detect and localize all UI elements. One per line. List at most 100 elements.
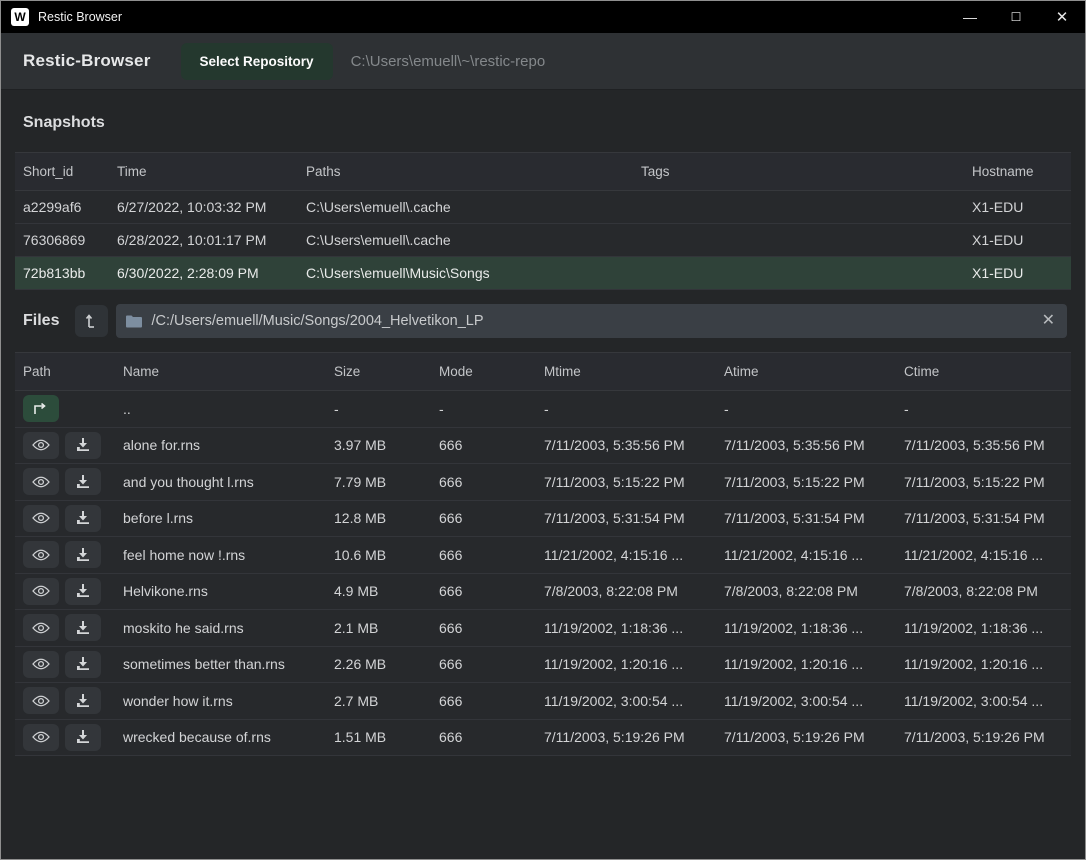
file-atime: 11/19/2002, 3:00:54 ... [716, 693, 896, 709]
file-name: feel home now !.rns [115, 547, 326, 563]
dump-snapshot-button[interactable] [75, 305, 108, 337]
repository-path: C:\Users\emuell\~\restic-repo [351, 53, 546, 70]
snapshot-row[interactable]: 72b813bb 6/30/2022, 2:28:09 PM C:\Users\… [15, 257, 1071, 290]
minimize-button[interactable]: — [947, 1, 993, 33]
files-heading: Files [23, 312, 59, 330]
return-up-arrow-icon [33, 403, 49, 415]
file-mode: 666 [431, 510, 536, 526]
select-repository-button[interactable]: Select Repository [181, 43, 333, 80]
app-header: Restic-Browser Select Repository C:\User… [1, 33, 1085, 90]
file-mode: 666 [431, 656, 536, 672]
file-mtime: 11/19/2002, 1:20:16 ... [536, 656, 716, 672]
preview-file-button[interactable] [23, 651, 59, 678]
snapshot-hostname: X1-EDU [964, 232, 1071, 248]
file-atime: 11/21/2002, 4:15:16 ... [716, 547, 896, 563]
file-row: .. - - - - - [15, 391, 1071, 428]
file-mtime: 7/11/2003, 5:15:22 PM [536, 474, 716, 490]
empty-area [1, 756, 1085, 859]
window-title: Restic Browser [38, 10, 947, 24]
snapshot-row[interactable]: 76306869 6/28/2022, 10:01:17 PM C:\Users… [15, 224, 1071, 257]
file-row: alone for.rns 3.97 MB 666 7/11/2003, 5:3… [15, 428, 1071, 465]
snapshot-short-id: a2299af6 [15, 199, 109, 215]
snapshot-time: 6/30/2022, 2:28:09 PM [109, 265, 298, 281]
file-mtime: 11/21/2002, 4:15:16 ... [536, 547, 716, 563]
snapshot-row[interactable]: a2299af6 6/27/2022, 10:03:32 PM C:\Users… [15, 191, 1071, 224]
download-icon [76, 730, 90, 744]
file-mode: 666 [431, 437, 536, 453]
page-title: Restic-Browser [23, 51, 151, 71]
file-row: Helvikone.rns 4.9 MB 666 7/8/2003, 8:22:… [15, 574, 1071, 611]
file-mtime: 11/19/2002, 3:00:54 ... [536, 693, 716, 709]
snapshots-table-body: a2299af6 6/27/2022, 10:03:32 PM C:\Users… [15, 191, 1071, 290]
file-ctime: 7/11/2003, 5:19:26 PM [896, 729, 1071, 745]
file-ctime: - [896, 401, 1071, 417]
file-row: sometimes better than.rns 2.26 MB 666 11… [15, 647, 1071, 684]
download-file-button[interactable] [65, 578, 101, 605]
download-file-button[interactable] [65, 541, 101, 568]
file-size: 1.51 MB [326, 729, 431, 745]
file-atime: 7/11/2003, 5:35:56 PM [716, 437, 896, 453]
file-name: before l.rns [115, 510, 326, 526]
close-button[interactable]: ✕ [1039, 1, 1085, 33]
col-path: Path [15, 353, 115, 390]
file-size: 12.8 MB [326, 510, 431, 526]
snapshot-short-id: 76306869 [15, 232, 109, 248]
download-icon [76, 584, 90, 598]
wails-logo-icon: W [11, 8, 29, 26]
file-ctime: 7/11/2003, 5:35:56 PM [896, 437, 1071, 453]
files-table-header: Path Name Size Mode Mtime Atime Ctime [15, 352, 1071, 391]
eye-icon [32, 476, 50, 488]
col-tags: Tags [633, 153, 964, 190]
download-file-button[interactable] [65, 505, 101, 532]
file-size: - [326, 401, 431, 417]
file-mtime: 7/8/2003, 8:22:08 PM [536, 583, 716, 599]
eye-icon [32, 622, 50, 634]
download-icon [76, 511, 90, 525]
preview-file-button[interactable] [23, 541, 59, 568]
title-bar: W Restic Browser — ☐ ✕ [1, 1, 1085, 33]
preview-file-button[interactable] [23, 505, 59, 532]
files-path-input[interactable]: /C:/Users/emuell/Music/Songs/2004_Helvet… [116, 304, 1067, 338]
preview-file-button[interactable] [23, 578, 59, 605]
download-file-button[interactable] [65, 468, 101, 495]
snapshot-short-id: 72b813bb [15, 265, 109, 281]
col-short-id: Short_id [15, 153, 109, 190]
file-ctime: 7/11/2003, 5:31:54 PM [896, 510, 1071, 526]
download-file-button[interactable] [65, 614, 101, 641]
preview-file-button[interactable] [23, 614, 59, 641]
eye-icon [32, 549, 50, 561]
file-ctime: 11/19/2002, 1:20:16 ... [896, 656, 1071, 672]
go-parent-dir-button[interactable] [23, 395, 59, 422]
maximize-button[interactable]: ☐ [993, 1, 1039, 33]
download-file-button[interactable] [65, 651, 101, 678]
col-mode: Mode [431, 353, 536, 390]
file-ctime: 7/11/2003, 5:15:22 PM [896, 474, 1071, 490]
file-mode: 666 [431, 583, 536, 599]
preview-file-button[interactable] [23, 724, 59, 751]
col-size: Size [326, 353, 431, 390]
preview-file-button[interactable] [23, 432, 59, 459]
files-table-body: .. - - - - - [15, 391, 1071, 756]
eye-icon [32, 658, 50, 670]
files-bar: Files /C:/Users/emuell/Music/Songs/2004_… [1, 290, 1085, 352]
file-name: .. [115, 401, 326, 417]
file-row: wonder how it.rns 2.7 MB 666 11/19/2002,… [15, 683, 1071, 720]
download-file-button[interactable] [65, 724, 101, 751]
preview-file-button[interactable] [23, 687, 59, 714]
download-file-button[interactable] [65, 432, 101, 459]
col-paths: Paths [298, 153, 633, 190]
file-mtime: 7/11/2003, 5:19:26 PM [536, 729, 716, 745]
file-row: before l.rns 12.8 MB 666 7/11/2003, 5:31… [15, 501, 1071, 538]
eye-icon [32, 695, 50, 707]
file-size: 3.97 MB [326, 437, 431, 453]
file-atime: - [716, 401, 896, 417]
preview-file-button[interactable] [23, 468, 59, 495]
file-mtime: 7/11/2003, 5:35:56 PM [536, 437, 716, 453]
snapshot-paths: C:\Users\emuell\.cache [298, 232, 633, 248]
file-ctime: 11/19/2002, 3:00:54 ... [896, 693, 1071, 709]
file-mode: - [431, 401, 536, 417]
restic-browser-window: W Restic Browser — ☐ ✕ Restic-Browser Se… [0, 0, 1086, 860]
download-file-button[interactable] [65, 687, 101, 714]
download-icon [76, 694, 90, 708]
clear-path-button[interactable]: ✕ [1040, 313, 1057, 329]
